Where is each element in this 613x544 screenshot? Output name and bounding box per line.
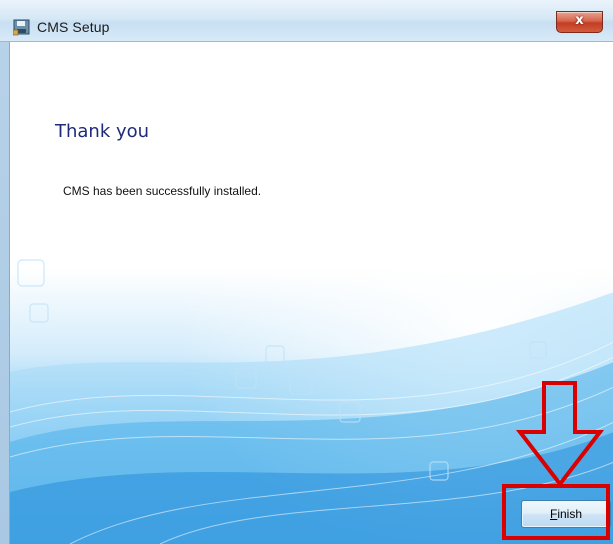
- setup-disk-icon: [13, 19, 30, 36]
- status-message: CMS has been successfully installed.: [63, 184, 262, 198]
- page-title: Thank you: [55, 121, 150, 142]
- finish-label: inish: [557, 507, 583, 521]
- close-icon: x: [575, 13, 584, 28]
- window-title: CMS Setup: [37, 19, 110, 35]
- content-panel: Thank you CMS has been successfully inst…: [9, 42, 613, 544]
- title-bar[interactable]: CMS Setup x: [0, 0, 613, 42]
- finish-button[interactable]: Finish: [521, 500, 611, 528]
- setup-window: CMS Setup x Thank you CMS has been succe…: [0, 0, 613, 544]
- background-graphic: [10, 42, 613, 544]
- close-button[interactable]: x: [556, 11, 603, 33]
